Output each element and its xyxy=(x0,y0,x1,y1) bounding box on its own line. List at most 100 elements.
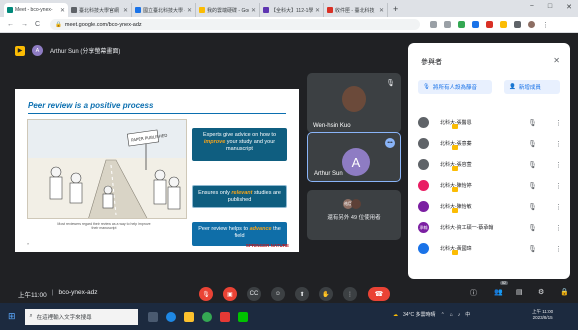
participant-name: Arthur Sun xyxy=(314,171,343,177)
mic-off-icon: 🎙 xyxy=(423,84,430,90)
participant-avatar xyxy=(418,243,429,254)
windows-start-icon[interactable]: ⊞ xyxy=(8,311,16,322)
captions-button[interactable]: CC xyxy=(247,287,261,301)
file-explorer-icon[interactable] xyxy=(183,311,194,322)
mic-off-icon[interactable]: 🎙 xyxy=(528,182,537,190)
reload-button[interactable]: C xyxy=(35,21,40,28)
tab-course[interactable]: 【全科大】112-1學 ✕ xyxy=(260,3,324,17)
input-language[interactable]: 中 xyxy=(465,311,470,318)
back-button[interactable]: ← xyxy=(7,21,14,28)
more-options-icon[interactable]: ⋮ xyxy=(555,203,562,211)
people-icon[interactable]: 👥 xyxy=(494,288,503,296)
extension-icon[interactable] xyxy=(458,21,466,28)
participant-row[interactable]: 北科大-黃國瑋 🎙 ⋮ xyxy=(418,238,564,259)
profile-avatar[interactable] xyxy=(528,21,536,28)
meeting-details-icon[interactable]: ⓘ xyxy=(470,288,477,298)
tab-mail[interactable]: 收件匣 - 臺北科技 ✕ xyxy=(324,3,388,17)
add-people-button[interactable]: 👤 新增成員 xyxy=(504,80,560,94)
tray-arrow-icon[interactable]: ⌃ xyxy=(441,312,445,318)
tab-title: 收件匣 - 臺北科技 xyxy=(335,7,375,14)
more-options-button[interactable]: ⋮ xyxy=(343,287,357,301)
line-app-icon[interactable] xyxy=(237,311,248,322)
tab-drive[interactable]: 我的雲端硬碟 - Goo ✕ xyxy=(196,3,260,17)
participant-avatar xyxy=(418,159,429,170)
pinned-apps xyxy=(147,311,248,322)
mute-all-button[interactable]: 🎙 將所有人設為靜音 xyxy=(418,80,492,94)
maximize-button[interactable]: □ xyxy=(548,3,552,11)
slide-box-relevant: Ensures only relevant studies are publis… xyxy=(192,185,287,208)
participant-row[interactable]: 北科大-張容萱 🎙 ⋮ xyxy=(418,154,564,175)
others-tile[interactable]: 祐臣 還有另外 49 位使用者 xyxy=(307,190,401,240)
participant-row[interactable]: 北科大-張意蓁 🎙 ⋮ xyxy=(418,133,564,154)
taskbar-search-field[interactable]: ⌕ 在這裡輸入文字來搜尋 xyxy=(24,308,138,325)
close-tab-icon[interactable]: ✕ xyxy=(315,7,320,14)
participant-row[interactable]: 北科大-陳怡婷 🎙 ⋮ xyxy=(418,175,564,196)
mic-off-icon[interactable]: 🎙 xyxy=(528,203,537,211)
more-options-icon[interactable]: ••• xyxy=(385,138,395,148)
participant-tile-active[interactable]: A ••• Arthur Sun xyxy=(307,132,401,182)
menu-icon[interactable]: ⋮ xyxy=(542,21,549,29)
more-options-icon[interactable]: ⋮ xyxy=(555,182,562,190)
mic-off-icon[interactable]: 🎙 xyxy=(528,119,537,127)
tab-school-site[interactable]: 臺北科技大學官網 ✕ xyxy=(68,3,132,17)
mic-off-icon[interactable]: 🎙 xyxy=(528,140,537,148)
url-field[interactable]: 🔒 meet.google.com/bco-ynex-adz xyxy=(50,19,421,30)
new-tab-button[interactable]: + xyxy=(393,3,398,17)
lock-icon: 🔒 xyxy=(55,21,62,28)
participant-row[interactable]: 承翰 北科大-資工碩一-蔡承翰 🎙 ⋮ xyxy=(418,217,564,238)
presentation-icon[interactable]: ▶ xyxy=(15,45,25,56)
mic-off-icon[interactable]: 🎙 xyxy=(528,224,537,232)
task-view-icon[interactable] xyxy=(147,311,158,322)
more-options-icon[interactable]: ⋮ xyxy=(555,161,562,169)
more-options-icon[interactable]: ⋮ xyxy=(555,140,562,148)
chat-icon[interactable]: ▤ xyxy=(516,288,523,296)
tab-title: 國立臺北科技大學 - xyxy=(143,7,185,14)
participant-row[interactable]: 北科大-陳怡敏 🎙 ⋮ xyxy=(418,196,564,217)
close-tab-icon[interactable]: ✕ xyxy=(251,7,256,14)
extension-icon[interactable] xyxy=(444,21,452,28)
tab-meet[interactable]: Meet - bco-ynex- ✕ xyxy=(4,3,68,17)
participant-tile[interactable]: 🎙 Wen-hsin Kuo xyxy=(307,73,401,133)
participant-avatar xyxy=(418,117,429,128)
mail-app-icon[interactable] xyxy=(219,311,230,322)
close-tab-icon[interactable]: ✕ xyxy=(379,7,384,14)
tab-title: 【全科大】112-1學 xyxy=(271,7,313,14)
mic-off-icon[interactable]: 🎙 xyxy=(528,245,537,253)
participant-list: 北科大-張醫恩 🎙 ⋮ 北科大-張意蓁 🎙 ⋮ 北科大-張容萱 🎙 ⋮ 北科大-… xyxy=(418,112,564,259)
close-tab-icon[interactable]: ✕ xyxy=(60,7,65,14)
participant-name: Wen-hsin Kuo xyxy=(313,123,351,129)
mic-off-icon[interactable]: 🎙 xyxy=(528,161,537,169)
close-tab-icon[interactable]: ✕ xyxy=(187,7,192,14)
extension-icon[interactable] xyxy=(430,21,438,28)
forward-button[interactable]: → xyxy=(21,21,28,28)
system-clock[interactable]: 上午 11:00 2023/8/15 xyxy=(532,309,553,321)
more-options-icon[interactable]: ⋮ xyxy=(555,245,562,253)
extension-icon[interactable] xyxy=(514,21,522,28)
weather-text[interactable]: 34°C 多雲時晴 xyxy=(403,311,436,318)
minimize-button[interactable]: − xyxy=(530,3,534,11)
chrome-icon[interactable] xyxy=(201,311,212,322)
close-tab-icon[interactable]: ✕ xyxy=(123,7,128,14)
network-icon[interactable]: ⌂ xyxy=(450,312,453,318)
more-options-icon[interactable]: ⋮ xyxy=(555,224,562,232)
emoji-button[interactable]: ☺ xyxy=(271,287,285,301)
extension-icon[interactable] xyxy=(486,21,494,28)
present-button[interactable]: ⬆ xyxy=(295,287,309,301)
tab-university[interactable]: 國立臺北科技大學 - ✕ xyxy=(132,3,196,17)
leave-call-button[interactable]: ☎ xyxy=(368,287,390,301)
edge-icon[interactable] xyxy=(165,311,176,322)
extension-icon[interactable] xyxy=(500,21,508,28)
close-panel-icon[interactable]: ✕ xyxy=(553,56,560,65)
more-options-icon[interactable]: ⋮ xyxy=(555,119,562,127)
volume-icon[interactable]: ♪ xyxy=(458,312,461,318)
camera-toggle-button[interactable]: ▣ xyxy=(223,287,237,301)
extension-icon[interactable] xyxy=(472,21,480,28)
separator: | xyxy=(51,289,54,296)
mic-toggle-button[interactable]: 🎙 xyxy=(199,287,213,301)
close-window-button[interactable]: ✕ xyxy=(566,3,572,11)
host-controls-icon[interactable]: 🔒 xyxy=(560,288,569,296)
activities-icon[interactable]: ⚙ xyxy=(538,288,544,296)
meet-favicon-icon xyxy=(7,7,13,13)
participant-row[interactable]: 北科大-張醫恩 🎙 ⋮ xyxy=(418,112,564,133)
raise-hand-button[interactable]: ✋ xyxy=(319,287,333,301)
